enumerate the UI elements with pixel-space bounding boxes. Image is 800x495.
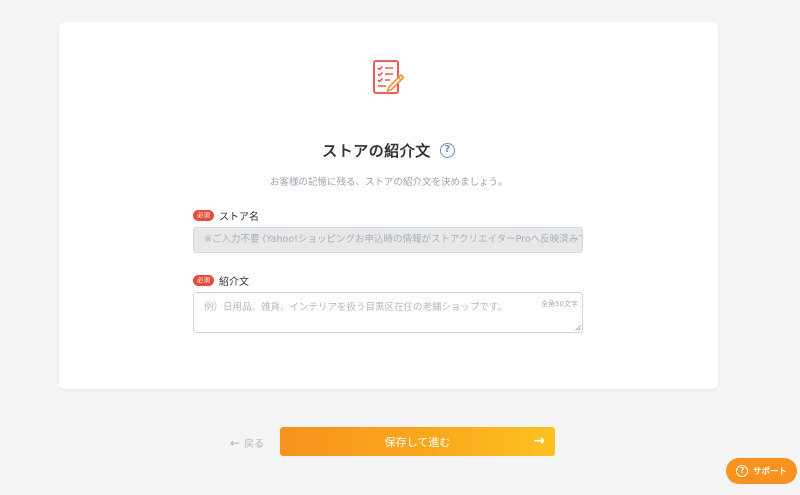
help-icon[interactable]: ?: [439, 143, 455, 158]
setup-card: ストアの紹介文? お客様の記憶に残る、ストアの紹介文を決めましょう。 必須 スト…: [59, 22, 718, 389]
page-title: ストアの紹介文: [322, 142, 431, 160]
introduction-textarea[interactable]: 例）日用品、雑貨、インテリアを扱う目黒区在住の老舗ショップです。 全角50文字: [193, 292, 583, 333]
required-badge: 必須: [193, 275, 214, 286]
page-description: お客様の記憶に残る、ストアの紹介文を決めましょう。: [270, 177, 507, 188]
document-checklist-pen-icon: [373, 60, 405, 94]
back-label: 戻る: [244, 439, 265, 450]
save-label: 保存して進む: [384, 435, 451, 449]
back-link[interactable]: ← 戻る: [230, 435, 265, 451]
introduction-label: 紹介文: [219, 277, 249, 288]
introduction-label-row: 必須 紹介文: [193, 273, 249, 288]
arrow-right-icon: →: [533, 433, 545, 449]
title-row: ストアの紹介文?: [59, 140, 718, 161]
arrow-left-icon: ←: [230, 435, 241, 450]
store-name-label: ストア名: [219, 212, 259, 223]
question-circle-icon: ?: [735, 465, 748, 477]
resize-handle-icon[interactable]: [575, 325, 581, 331]
support-button[interactable]: ? サポート: [726, 458, 797, 484]
support-label: サポート: [752, 467, 787, 477]
character-limit: 全角50文字: [541, 300, 578, 308]
introduction-placeholder: 例）日用品、雑貨、インテリアを扱う目黒区在住の老舗ショップです。: [204, 302, 508, 313]
store-name-label-row: 必須 ストア名: [193, 208, 259, 223]
save-and-continue-button[interactable]: 保存して進む →: [280, 427, 555, 456]
store-name-input[interactable]: ※ご入力不要 (Yahoo!ショッピングお申込時の情報がストアクリエイターPro…: [193, 227, 583, 253]
required-badge: 必須: [193, 210, 214, 221]
